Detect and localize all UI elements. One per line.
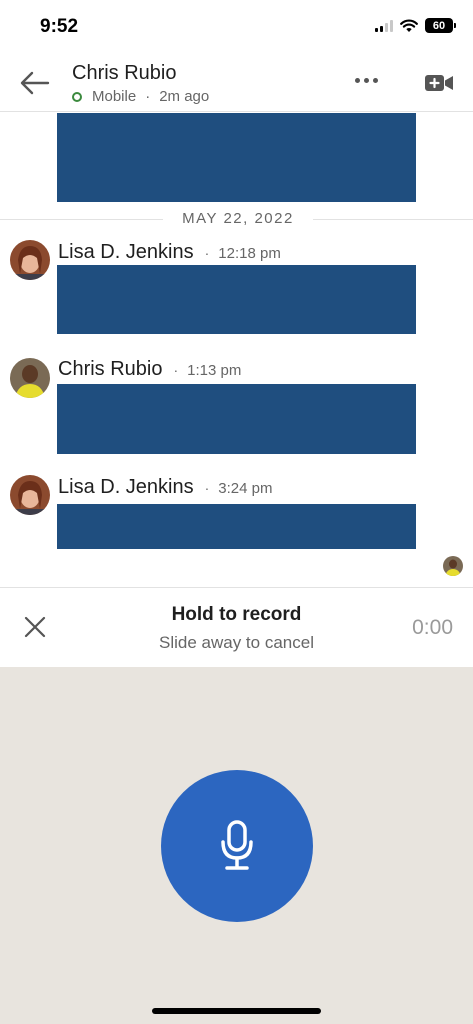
message-separator: · <box>204 245 210 261</box>
message-time: 1:13 pm <box>187 362 242 379</box>
avatar[interactable] <box>10 240 50 280</box>
presence-status: Mobile <box>92 88 137 105</box>
presence-separator: · <box>145 88 151 105</box>
status-icons: 60 <box>375 18 456 33</box>
video-call-icon[interactable] <box>424 72 454 94</box>
record-button[interactable] <box>161 770 313 922</box>
message-header: Lisa D. Jenkins · 3:24 pm <box>58 476 273 499</box>
message-content <box>57 265 416 334</box>
contact-name[interactable]: Chris Rubio <box>72 62 176 85</box>
chat-screen: 9:52 60 Chris Rubio Mobile · 2m ago MAY … <box>0 0 473 1024</box>
message-separator: · <box>173 362 179 378</box>
sender-name[interactable]: Lisa D. Jenkins <box>58 476 194 499</box>
battery-icon: 60 <box>425 18 456 33</box>
online-status-icon <box>72 91 82 102</box>
message-time: 3:24 pm <box>218 480 273 497</box>
microphone-icon <box>221 820 253 870</box>
sender-name[interactable]: Chris Rubio <box>58 358 162 381</box>
avatar[interactable] <box>10 475 50 515</box>
wifi-icon <box>400 19 418 32</box>
message-time: 12:18 pm <box>218 245 281 262</box>
avatar[interactable] <box>10 358 50 398</box>
record-timer: 0:00 <box>412 616 453 639</box>
message-content <box>57 113 416 202</box>
message-content <box>57 504 416 549</box>
cellular-signal-icon <box>375 19 393 32</box>
home-indicator[interactable] <box>152 1008 321 1014</box>
battery-level: 60 <box>432 19 446 32</box>
last-seen: 2m ago <box>159 88 210 105</box>
message-separator: · <box>204 480 210 496</box>
presence-info: Mobile · 2m ago <box>72 88 209 105</box>
status-bar: 9:52 60 <box>0 0 473 56</box>
back-arrow-icon[interactable] <box>18 66 52 100</box>
read-receipt-avatar <box>443 556 463 576</box>
more-options-icon[interactable] <box>355 78 378 83</box>
voice-record-bar: Hold to record Slide away to cancel 0:00 <box>0 587 473 667</box>
conversation-header: Chris Rubio Mobile · 2m ago <box>0 56 473 112</box>
record-subtitle: Slide away to cancel <box>159 633 314 652</box>
message-header: Lisa D. Jenkins · 12:18 pm <box>58 241 281 264</box>
message-content <box>57 384 416 454</box>
sender-name[interactable]: Lisa D. Jenkins <box>58 241 194 264</box>
status-time: 9:52 <box>40 16 79 37</box>
record-title: Hold to record <box>171 604 302 625</box>
voice-record-panel <box>0 667 473 1024</box>
message-header: Chris Rubio · 1:13 pm <box>58 358 241 381</box>
date-divider: MAY 22, 2022 <box>163 210 313 227</box>
